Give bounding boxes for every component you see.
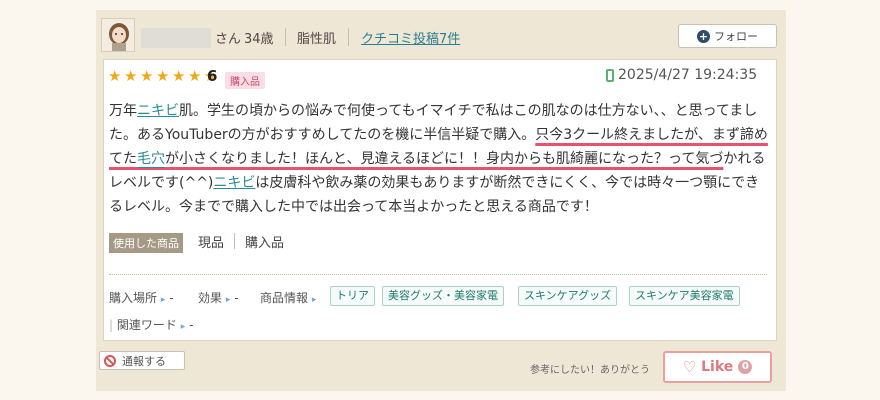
mobile-icon [606, 68, 614, 82]
meta-label: 効果 [198, 291, 223, 305]
report-label: 通報する [122, 354, 166, 368]
rating-value: 6 [207, 67, 218, 85]
purchase-place: 購入場所 ▸ - [109, 289, 174, 306]
report-button[interactable]: 通報する [99, 351, 185, 370]
meta-value: - [169, 291, 174, 305]
body-text: 万年 [109, 103, 137, 119]
heart-icon: ♡ [682, 358, 697, 376]
divider [348, 28, 349, 46]
star-icon: ★ [108, 67, 122, 85]
divider [234, 233, 235, 249]
divider: | [109, 318, 114, 332]
tag-link[interactable]: スキンケアグッズ [518, 286, 618, 306]
tag-link[interactable]: スキンケア美容家電 [629, 286, 740, 306]
star-icon: ★ [172, 67, 186, 85]
keyword-link[interactable]: ニキビ [213, 175, 255, 191]
user-age: 34歳 [244, 32, 274, 47]
review-body: 万年ニキビ肌。学生の頃からの悩みで何使ってもイマイチで私はこの肌なのは仕方ない、… [109, 99, 771, 219]
tag-link[interactable]: 美容グッズ・美容家電 [382, 286, 504, 306]
arrow-icon: ▸ [225, 295, 231, 305]
used-item: 購入品 [245, 236, 285, 251]
used-product-label: 使用した商品 [109, 233, 183, 253]
helpful-text: 参考にしたい！ありがとう [530, 365, 650, 376]
star-icon: ★ [140, 67, 154, 85]
arrow-icon: ▸ [160, 295, 166, 305]
star-icon: ★ [188, 67, 202, 85]
arrow-icon: ▸ [180, 322, 186, 332]
like-label: Like [701, 359, 734, 375]
tag-link[interactable]: トリア [330, 286, 375, 306]
star-icon: ★ [156, 67, 170, 85]
keyword-link[interactable]: 毛穴 [137, 151, 165, 167]
meta-label: 購入場所 [109, 291, 158, 305]
meta-value: - [234, 291, 239, 305]
like-count: 0 [738, 360, 753, 374]
meta-label: 商品情報 [260, 291, 309, 305]
product-info: 商品情報 ▸ [260, 289, 316, 306]
related-words: | 関連ワード ▸ - [109, 316, 193, 333]
skin-type: 脂性肌 [297, 32, 337, 47]
redacted-username [141, 28, 211, 48]
body-text: が小さくなりました！ほんと、見違えるほどに！！身内からも肌綺麗になった？って気づ [165, 151, 724, 167]
post-count-link[interactable]: クチコミ投稿7件 [361, 32, 460, 47]
like-button[interactable]: ♡ Like 0 [663, 351, 772, 383]
meta-value: - [189, 318, 194, 332]
arrow-icon: ▸ [311, 295, 317, 305]
used-item: 現品 [198, 236, 225, 251]
effect: 効果 ▸ - [198, 289, 239, 306]
date-text: 2025/4/27 19:24:35 [618, 67, 758, 83]
purchase-badge: 購入品 [225, 72, 265, 89]
post-date: 2025/4/27 19:24:35 [606, 67, 757, 83]
star-rating: ★ ★ ★ ★ ★ ★ ★ [108, 69, 219, 84]
follow-button[interactable]: + フォロー [678, 24, 777, 48]
name-suffix: さん [215, 32, 242, 47]
star-icon: ★ [124, 67, 138, 85]
divider [285, 28, 286, 46]
ban-icon [104, 354, 116, 367]
meta-label: 関連ワード [116, 318, 177, 332]
follow-label: フォロー [714, 30, 758, 43]
keyword-link[interactable]: ニキビ [137, 103, 179, 119]
avatar[interactable] [101, 18, 135, 52]
dotted-divider [109, 274, 767, 275]
plus-icon: + [697, 29, 710, 43]
